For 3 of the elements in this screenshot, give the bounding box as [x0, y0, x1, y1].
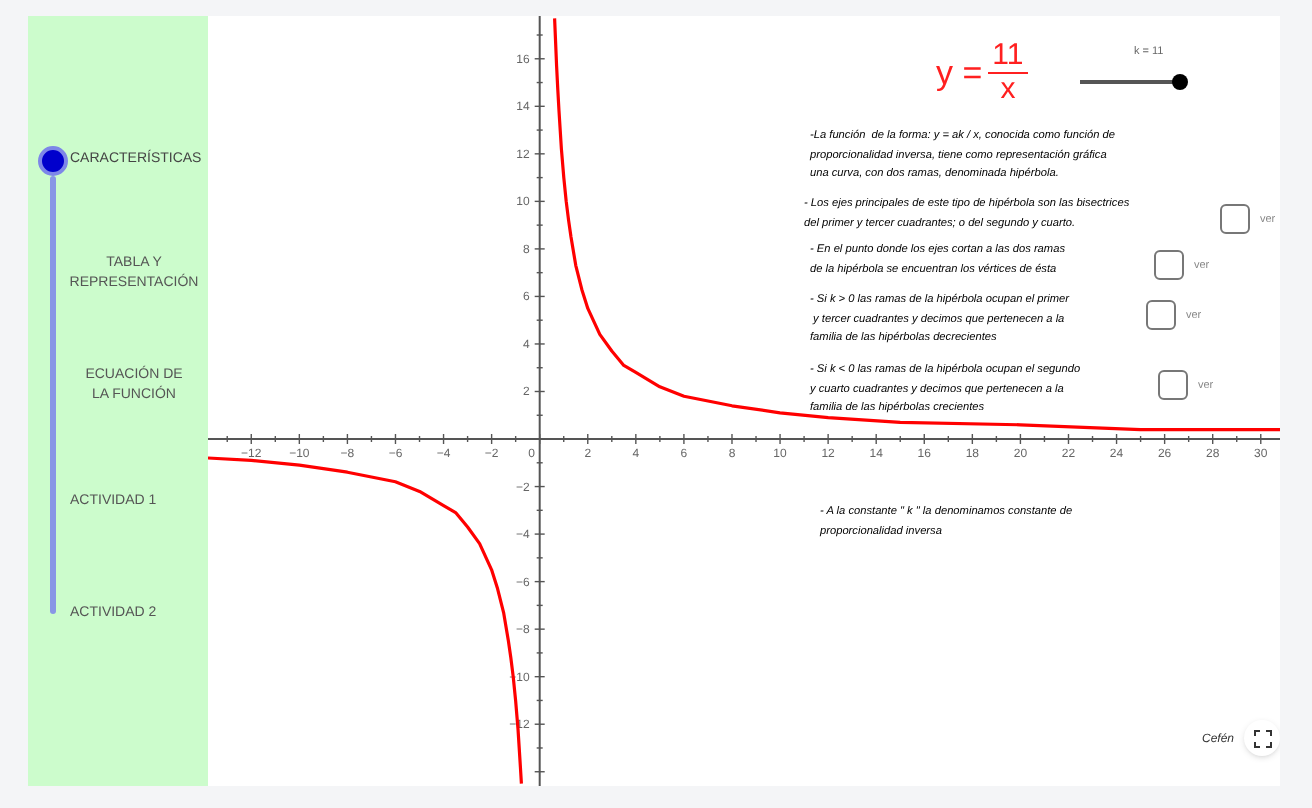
denominator: x	[1000, 74, 1016, 106]
formula-text: y =	[936, 51, 983, 96]
numerator: 11	[988, 40, 1028, 74]
